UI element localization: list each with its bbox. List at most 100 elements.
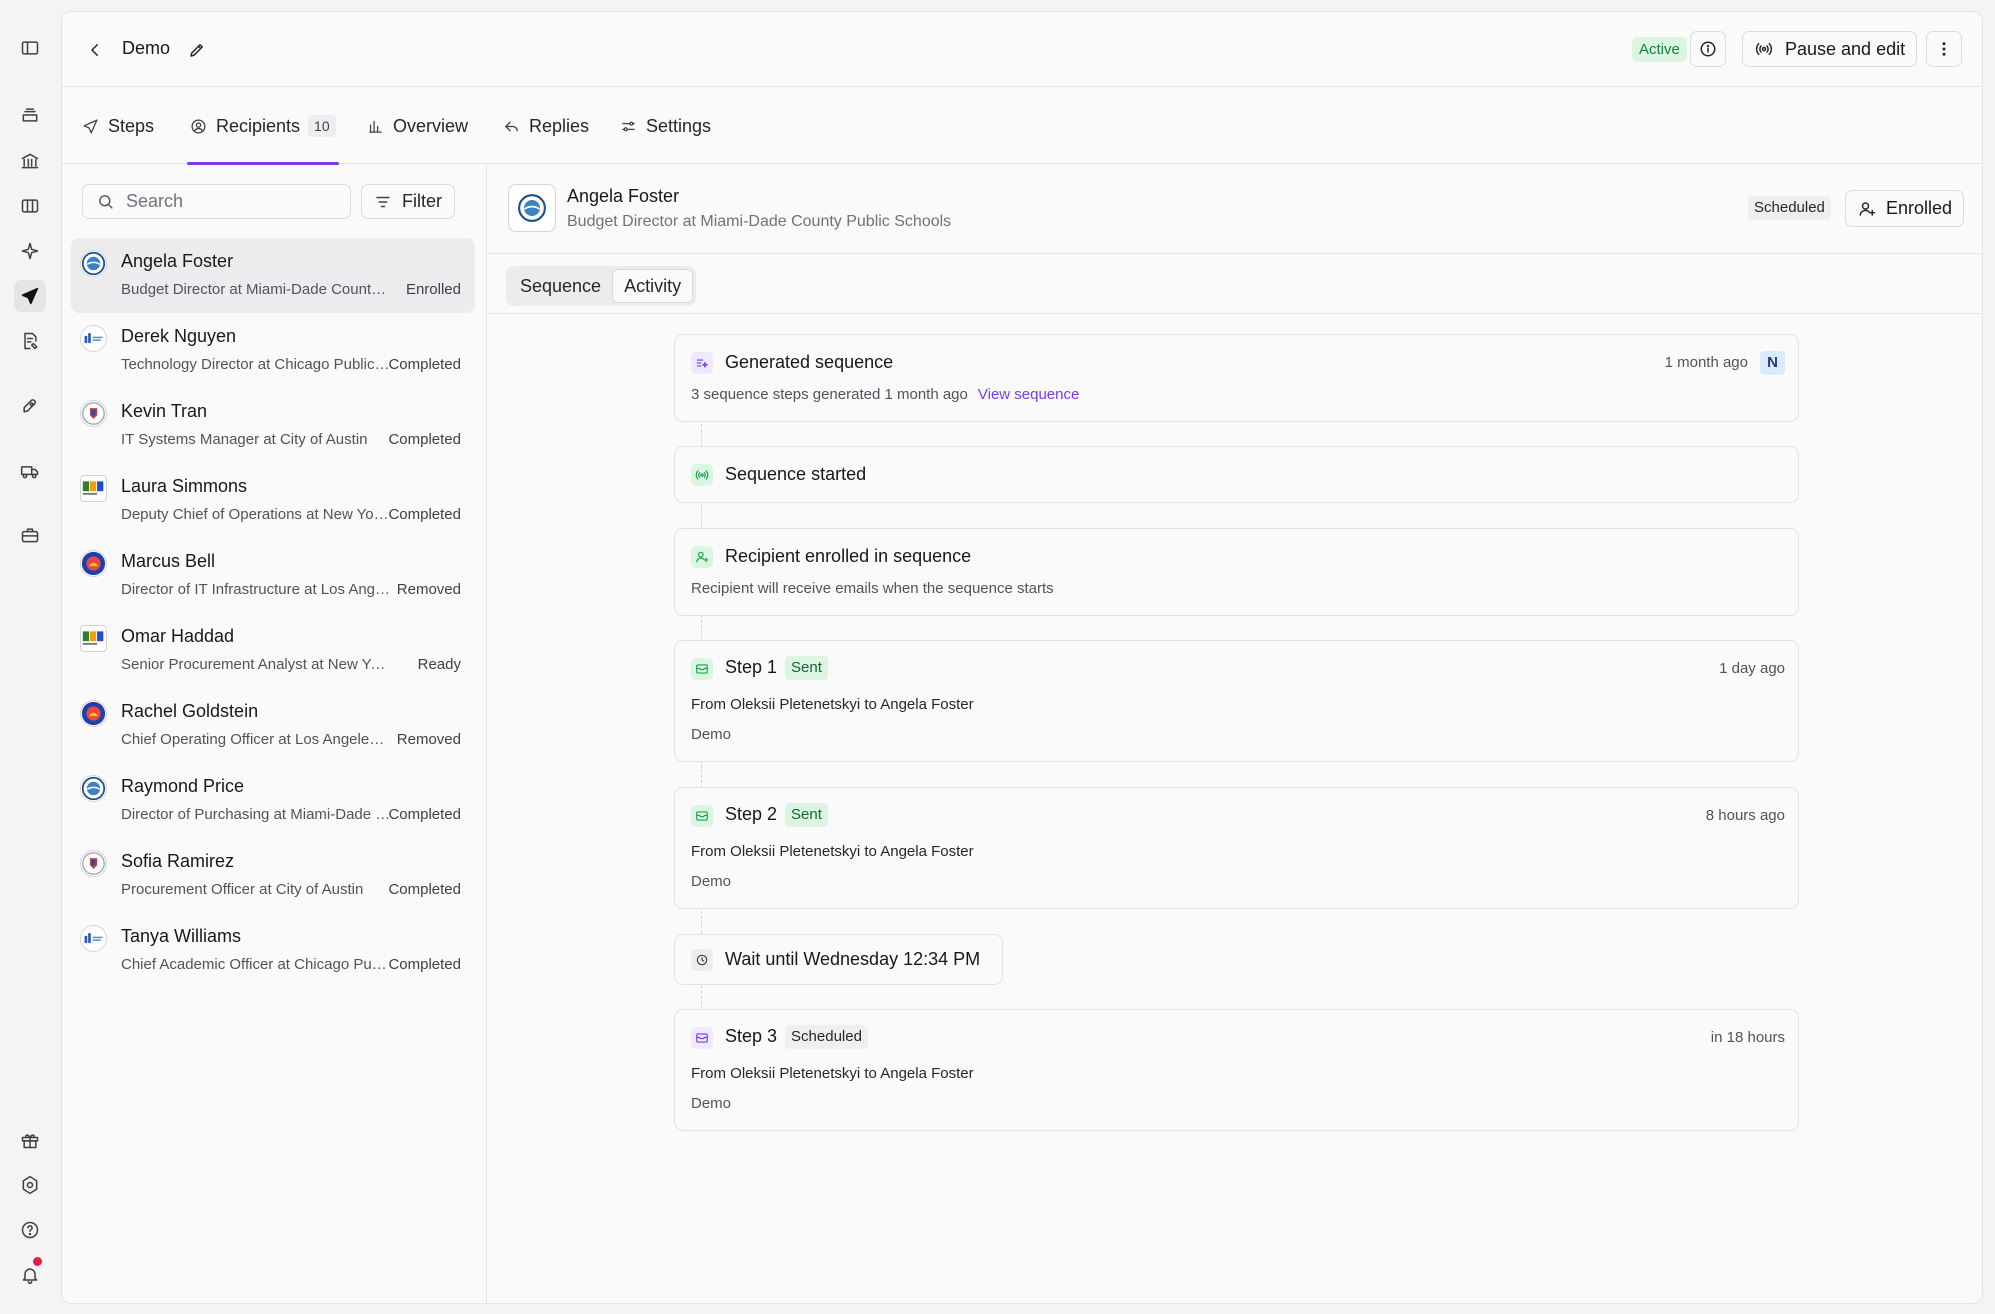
timeline-event: Step 3 Scheduled in 18 hours From Oleksii… xyxy=(674,1009,1799,1131)
bar-chart-icon xyxy=(369,120,382,133)
truck-icon[interactable] xyxy=(14,455,46,487)
recipient-title: Chief Academic Officer at Chicago Public… xyxy=(121,956,391,973)
notifications-bell-icon[interactable] xyxy=(14,1257,46,1291)
recipient-row[interactable]: Tanya Williams Chief Academic Officer at… xyxy=(71,913,475,988)
recipient-row[interactable]: Omar Haddad Senior Procurement Analyst a… xyxy=(71,613,475,688)
event-time: 1 month ago xyxy=(1664,354,1748,371)
tab-settings[interactable]: Settings xyxy=(620,88,711,164)
tab-steps[interactable]: Steps xyxy=(82,88,154,164)
back-button[interactable] xyxy=(82,37,108,63)
send-icon xyxy=(83,118,98,134)
event-description: 3 sequence steps generated 1 month ago Vi… xyxy=(691,386,1079,403)
rocket-icon[interactable] xyxy=(14,390,46,422)
recipient-row[interactable]: Sofia Ramirez Procurement Officer at Cit… xyxy=(71,838,475,913)
email-subject[interactable]: Demo xyxy=(691,1095,731,1112)
sparkle-icon[interactable] xyxy=(14,235,46,267)
step-label: Step 1 xyxy=(725,656,778,677)
austin-seal-icon xyxy=(80,400,107,427)
recipient-row[interactable]: Laura Simmons Deputy Chief of Operations… xyxy=(71,463,475,538)
recipient-row[interactable]: Angela Foster Budget Director at Miami-D… xyxy=(71,238,475,313)
miami-dade-seal-icon xyxy=(80,250,107,277)
lausd-seal-icon xyxy=(80,550,107,577)
recipient-status: Removed xyxy=(396,731,461,748)
settings-icon[interactable] xyxy=(14,1169,46,1201)
app-sidebar xyxy=(0,0,60,1314)
recipient-detail: Angela Foster Budget Director at Miami-D… xyxy=(488,165,1982,1303)
view-sequence-link[interactable]: View sequence xyxy=(978,386,1079,403)
filter-button[interactable]: Filter xyxy=(361,184,455,219)
recipient-row[interactable]: Raymond Price Director of Purchasing at … xyxy=(71,763,475,838)
recipients-panel: Filter Angela Foster Budget Director at … xyxy=(62,165,487,1303)
search-input[interactable] xyxy=(126,191,336,212)
edit-title-button[interactable] xyxy=(184,37,210,63)
detail-subtabs: Sequence Activity xyxy=(488,255,1982,314)
sidebar-toggle-icon[interactable] xyxy=(14,32,46,64)
send-icon[interactable] xyxy=(14,280,46,312)
lausd-seal-icon xyxy=(80,700,107,727)
email-from-to: From Oleksii Pletenetskyi to Angela Fost… xyxy=(691,843,974,860)
recipient-title: Director of IT Infrastructure at Los Ang… xyxy=(121,581,391,598)
timeline-event: Step 1 Sent 1 day ago From Oleksii Pleten… xyxy=(674,640,1799,762)
recipient-row[interactable]: Rachel Goldstein Chief Operating Officer… xyxy=(71,688,475,763)
email-subject[interactable]: Demo xyxy=(691,873,731,890)
event-title: Wait until Wednesday 12:34 PM xyxy=(725,949,981,969)
mail-icon xyxy=(691,658,713,680)
document-edit-icon[interactable] xyxy=(14,325,46,357)
broadcast-icon xyxy=(1755,43,1773,55)
status-badge: Active xyxy=(1632,37,1687,62)
enrolled-button[interactable]: Enrolled xyxy=(1845,190,1964,227)
recipient-title: IT Systems Manager at City of Austin xyxy=(121,431,368,448)
inbox-stack-icon[interactable] xyxy=(14,99,46,131)
recipient-list: Angela Foster Budget Director at Miami-D… xyxy=(71,238,475,988)
info-icon xyxy=(1700,41,1716,57)
institution-icon[interactable] xyxy=(14,145,46,177)
more-menu-button[interactable] xyxy=(1926,31,1962,67)
sliders-icon xyxy=(622,121,635,131)
tab-overview[interactable]: Overview xyxy=(367,88,468,164)
sparkle-list-icon xyxy=(691,352,713,374)
recipient-name: Angela Foster xyxy=(121,251,234,271)
timeline-event: Wait until Wednesday 12:34 PM xyxy=(674,934,1003,985)
user-initial-badge: N xyxy=(1760,351,1785,375)
recipient-row[interactable]: Marcus Bell Director of IT Infrastructur… xyxy=(71,538,475,613)
search-box[interactable] xyxy=(82,184,351,219)
tab-replies[interactable]: Replies xyxy=(503,88,589,164)
search-icon xyxy=(99,195,113,209)
timeline-event: Sequence started xyxy=(674,446,1799,503)
recipient-status: Enrolled xyxy=(405,281,461,298)
gift-icon[interactable] xyxy=(14,1124,46,1156)
pause-and-edit-button[interactable]: Pause and edit xyxy=(1742,31,1917,67)
broadcast-icon xyxy=(691,464,713,486)
recipient-name: Tanya Williams xyxy=(121,926,242,946)
email-subject[interactable]: Demo xyxy=(691,726,731,743)
board-icon[interactable] xyxy=(14,190,46,222)
recipient-status: Completed xyxy=(388,431,461,448)
recipient-title: Chief Operating Officer at Los Angeles U… xyxy=(121,731,391,748)
pause-and-edit-label: Pause and edit xyxy=(1785,38,1906,59)
tab-recipients[interactable]: Recipients 10 xyxy=(187,88,339,165)
filter-icon xyxy=(376,196,390,207)
tab-overview-label: Overview xyxy=(393,115,469,136)
recipient-row[interactable]: Kevin Tran IT Systems Manager at City of… xyxy=(71,388,475,463)
recipient-status: Completed xyxy=(388,881,461,898)
recipient-status: Completed xyxy=(388,506,461,523)
sequence-activity-toggle: Sequence Activity xyxy=(506,266,697,306)
subtab-sequence[interactable]: Sequence xyxy=(509,269,612,303)
scheduled-badge: Scheduled xyxy=(1748,196,1831,220)
recipient-row[interactable]: Derek Nguyen Technology Director at Chic… xyxy=(71,313,475,388)
info-button[interactable] xyxy=(1690,31,1726,67)
more-vertical-icon xyxy=(1942,42,1946,56)
subtab-activity[interactable]: Activity xyxy=(612,269,694,303)
briefcase-icon[interactable] xyxy=(14,519,46,551)
tab-bar: Steps Recipients 10 Overview Replies Set… xyxy=(62,88,1982,165)
event-description-text: 3 sequence steps generated 1 month ago xyxy=(691,386,968,403)
chicago-cps-logo-icon xyxy=(80,925,107,952)
event-time: in 18 hours xyxy=(1710,1029,1785,1046)
recipient-name: Kevin Tran xyxy=(121,401,208,421)
recipient-name: Marcus Bell xyxy=(121,551,216,571)
detail-title: Budget Director at Miami-Dade County Pub… xyxy=(567,213,952,230)
recipient-title: Senior Procurement Analyst at New York C… xyxy=(121,656,391,673)
miami-dade-seal-icon xyxy=(80,775,107,802)
help-icon[interactable] xyxy=(14,1214,46,1246)
recipient-name: Omar Haddad xyxy=(121,626,235,646)
